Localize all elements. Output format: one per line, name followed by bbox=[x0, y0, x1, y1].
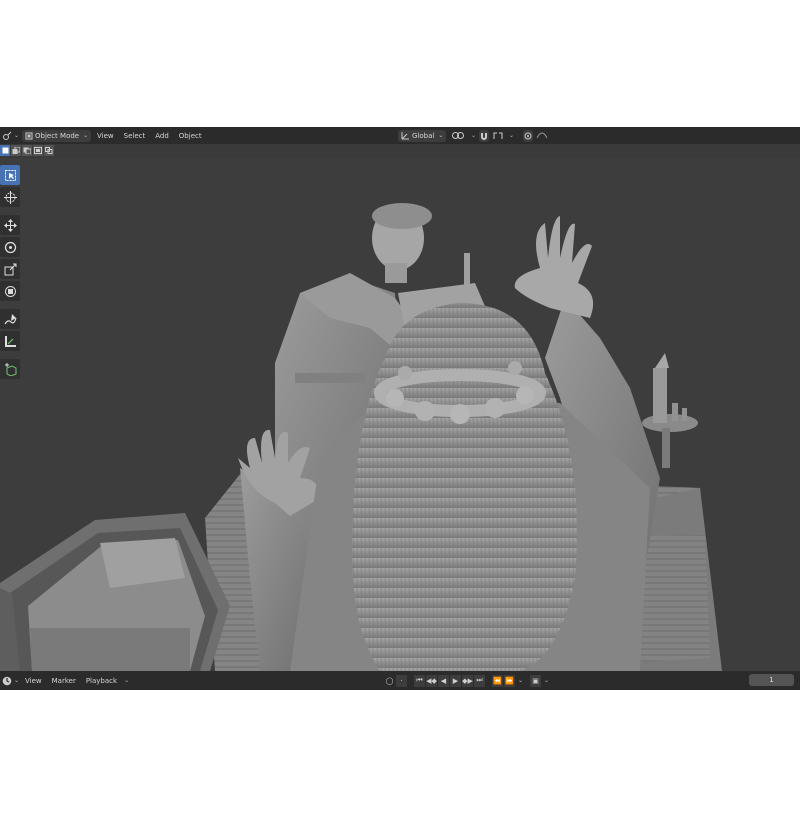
selection-mode-buttons bbox=[0, 145, 54, 157]
coffin bbox=[0, 513, 230, 671]
snap-target-icon[interactable] bbox=[492, 130, 504, 142]
transform-icon[interactable] bbox=[0, 281, 20, 301]
record-icon[interactable]: ◯ bbox=[384, 675, 395, 687]
chevron-down-icon: ⌄ bbox=[509, 132, 515, 139]
sculpture-render bbox=[0, 203, 722, 671]
timeline-menu-playback[interactable]: Playback bbox=[81, 677, 122, 685]
prev-keyframe-icon[interactable]: ◀◆ bbox=[426, 674, 437, 687]
tool-shelf bbox=[0, 165, 22, 379]
editor-type-selector[interactable]: ⌄ bbox=[2, 127, 19, 144]
current-frame-field[interactable]: 1 bbox=[749, 674, 794, 686]
timeline-editor-selector[interactable]: ⌄ bbox=[2, 671, 19, 690]
play-icon[interactable]: ▶ bbox=[450, 674, 461, 687]
view3d-editor-icon bbox=[2, 130, 12, 142]
chevron-down-icon: ⌄ bbox=[14, 132, 20, 139]
chevron-down-icon: ⌄ bbox=[124, 677, 130, 684]
move-icon[interactable] bbox=[0, 215, 20, 235]
chevron-down-icon: ⌄ bbox=[14, 677, 20, 684]
mode-label: Object Mode bbox=[35, 131, 80, 140]
annotate-icon[interactable] bbox=[0, 309, 20, 329]
pivot-point-icon[interactable] bbox=[450, 130, 466, 142]
snap-icon[interactable] bbox=[479, 129, 490, 142]
blender-window: ⌄ Object Mode ⌄ View Select Add Object G… bbox=[0, 127, 800, 690]
chevron-down-icon: ⌄ bbox=[83, 132, 89, 139]
object-mode-icon bbox=[25, 132, 33, 139]
chevron-down-icon: ⌄ bbox=[471, 132, 477, 139]
transform-orientation-selector[interactable]: Global ⌄ bbox=[398, 129, 447, 142]
timeline-header: ⌄ View Marker Playback ⌄ ◯ · ⏮ ◀◆ ◀ ▶ ◆▶… bbox=[0, 671, 800, 690]
select-intersect-icon[interactable] bbox=[44, 145, 54, 156]
add-cube-icon[interactable] bbox=[0, 359, 20, 379]
select-new-icon[interactable] bbox=[0, 145, 10, 156]
3d-viewport[interactable] bbox=[0, 158, 800, 671]
jump-end-icon[interactable]: ⏭ bbox=[474, 674, 485, 687]
auto-key-options-icon[interactable]: · bbox=[396, 674, 407, 687]
select-extend-icon[interactable] bbox=[11, 145, 21, 156]
menu-add[interactable]: Add bbox=[150, 132, 174, 140]
viewport-header: ⌄ Object Mode ⌄ View Select Add Object G… bbox=[0, 127, 800, 144]
cursor-icon[interactable] bbox=[0, 187, 20, 207]
mode-selector[interactable]: Object Mode ⌄ bbox=[22, 129, 92, 142]
axes-icon bbox=[401, 132, 409, 140]
prev-marker-icon[interactable]: ⏪ bbox=[492, 674, 503, 687]
next-marker-icon[interactable]: ⏩ bbox=[504, 674, 515, 687]
chevron-down-icon: ⌄ bbox=[518, 677, 524, 684]
measure-icon[interactable] bbox=[0, 331, 20, 351]
falloff-icon[interactable] bbox=[536, 130, 548, 142]
select-subtract-icon[interactable] bbox=[22, 145, 32, 156]
clock-icon bbox=[2, 676, 12, 685]
rotate-icon[interactable] bbox=[0, 237, 20, 257]
orientation-label: Global bbox=[412, 131, 435, 140]
scale-icon[interactable] bbox=[0, 259, 20, 279]
chevron-down-icon: ⌄ bbox=[438, 132, 444, 139]
proportional-edit-icon[interactable] bbox=[523, 129, 534, 142]
menu-object[interactable]: Object bbox=[174, 132, 207, 140]
keying-set-icon[interactable]: ▣ bbox=[530, 674, 542, 687]
select-invert-icon[interactable] bbox=[33, 145, 43, 156]
chevron-down-icon: ⌄ bbox=[544, 677, 550, 684]
timeline-menu-marker[interactable]: Marker bbox=[47, 677, 81, 685]
next-keyframe-icon[interactable]: ◆▶ bbox=[462, 674, 473, 687]
select-box-icon[interactable] bbox=[0, 165, 20, 185]
menu-view[interactable]: View bbox=[92, 132, 119, 140]
timeline-menu-view[interactable]: View bbox=[20, 677, 47, 685]
play-reverse-icon[interactable]: ◀ bbox=[438, 674, 449, 687]
menu-select[interactable]: Select bbox=[119, 132, 151, 140]
jump-start-icon[interactable]: ⏮ bbox=[414, 674, 425, 687]
